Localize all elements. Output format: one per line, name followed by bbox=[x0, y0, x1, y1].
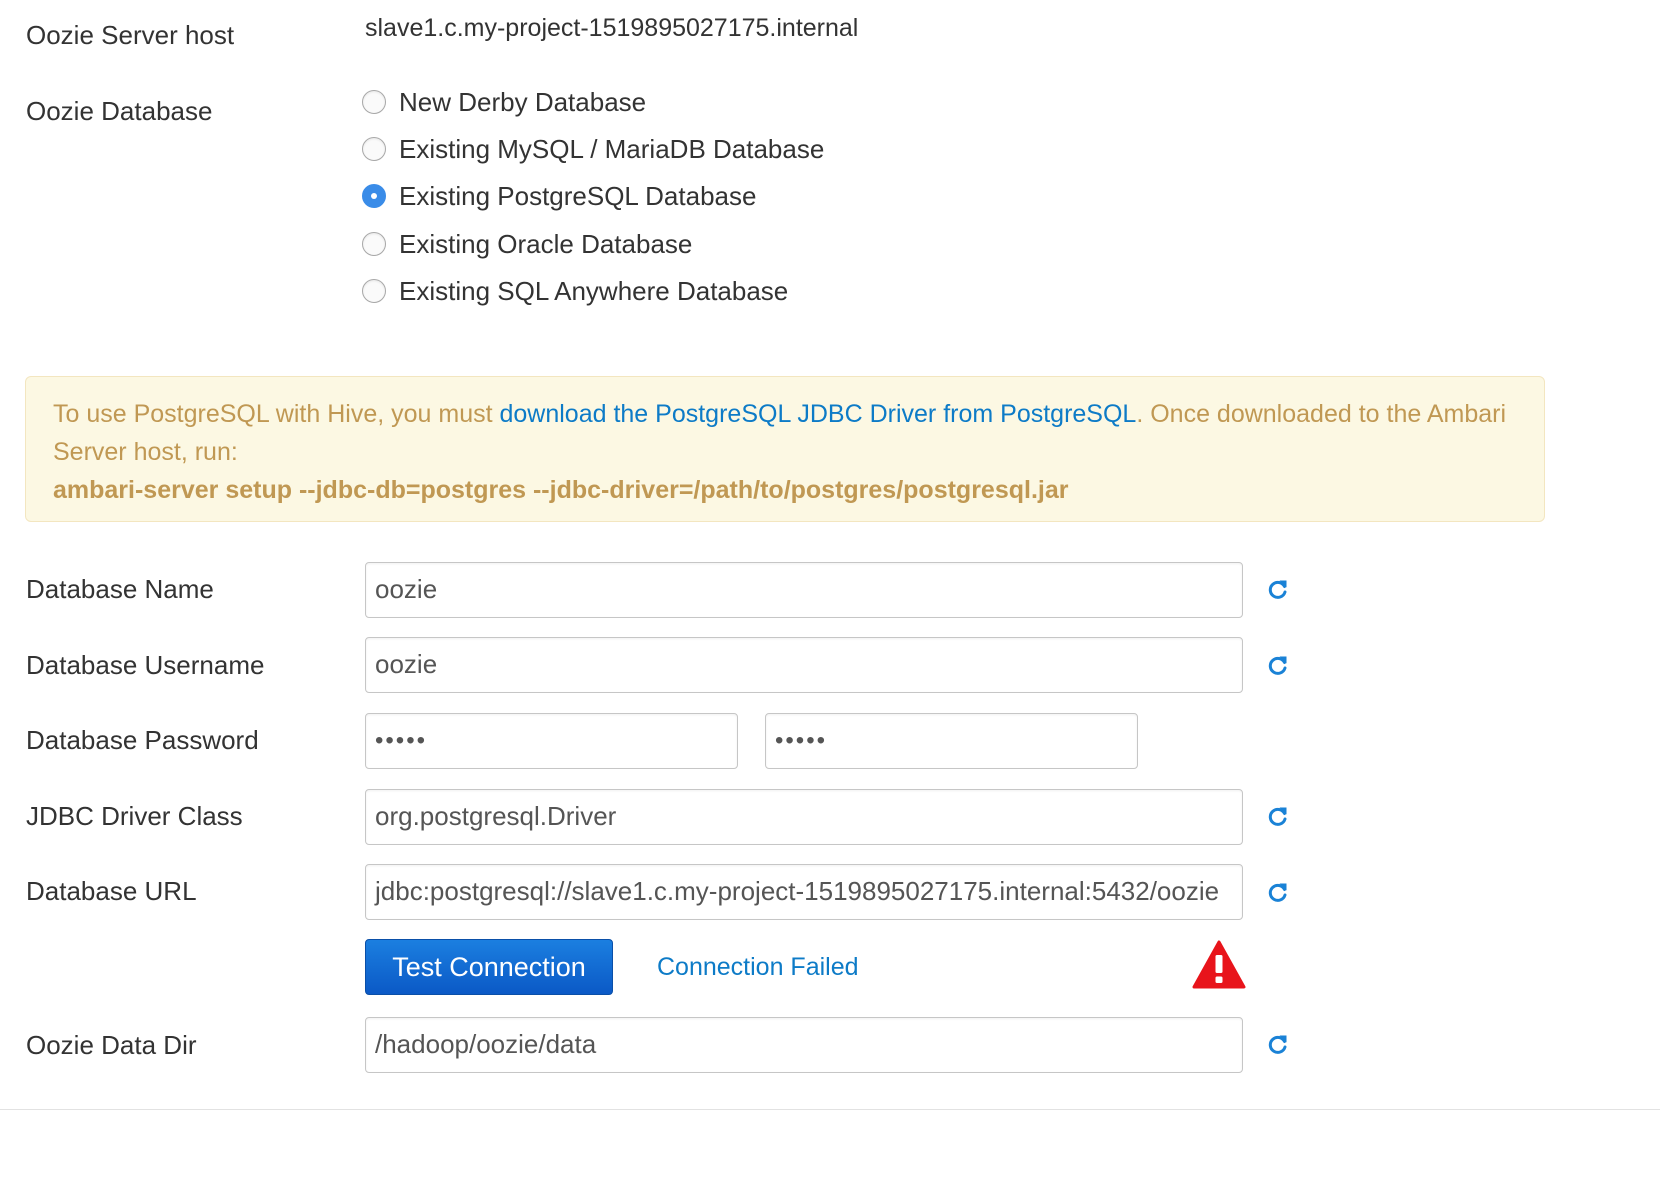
data-dir-label: Oozie Data Dir bbox=[26, 1030, 197, 1060]
alert-text-before: To use PostgreSQL with Hive, you must bbox=[53, 400, 500, 428]
radio-label: Existing SQL Anywhere Database bbox=[399, 275, 789, 306]
db-password-confirm-input[interactable]: ••••• bbox=[765, 713, 1138, 769]
refresh-icon[interactable] bbox=[1266, 577, 1290, 601]
radio-label: Existing PostgreSQL Database bbox=[399, 180, 757, 211]
data-dir-input[interactable]: /hadoop/oozie/data bbox=[365, 1017, 1243, 1073]
jdbc-driver-class-input[interactable]: org.postgresql.Driver bbox=[365, 789, 1243, 845]
radio-option-new-derby[interactable]: New Derby Database bbox=[362, 84, 646, 120]
section-divider bbox=[0, 1109, 1660, 1110]
db-username-input[interactable]: oozie bbox=[365, 637, 1243, 693]
test-connection-button[interactable]: Test Connection bbox=[365, 939, 613, 995]
radio-option-sql-anywhere[interactable]: Existing SQL Anywhere Database bbox=[362, 273, 788, 309]
refresh-icon[interactable] bbox=[1266, 653, 1290, 677]
warning-triangle-icon bbox=[1192, 940, 1246, 989]
alert-command: ambari-server setup --jdbc-db=postgres -… bbox=[53, 476, 1069, 504]
radio-button[interactable] bbox=[362, 90, 386, 114]
db-url-label: Database URL bbox=[26, 876, 197, 906]
jdbc-driver-download-link[interactable]: download the PostgreSQL JDBC Driver from… bbox=[499, 400, 1136, 428]
refresh-icon[interactable] bbox=[1266, 804, 1290, 828]
db-name-input[interactable]: oozie bbox=[365, 562, 1243, 618]
db-url-input[interactable]: jdbc:postgresql://slave1.c.my-project-15… bbox=[365, 864, 1243, 920]
db-password-label: Database Password bbox=[26, 725, 259, 755]
radio-button[interactable] bbox=[362, 137, 386, 161]
radio-button[interactable] bbox=[362, 279, 386, 303]
db-name-label: Database Name bbox=[26, 574, 214, 604]
server-host-value: slave1.c.my-project-1519895027175.intern… bbox=[365, 14, 859, 42]
db-username-label: Database Username bbox=[26, 650, 265, 680]
refresh-icon[interactable] bbox=[1266, 880, 1290, 904]
server-host-label: Oozie Server host bbox=[26, 20, 235, 50]
radio-label: Existing MySQL / MariaDB Database bbox=[399, 133, 825, 164]
radio-option-mysql[interactable]: Existing MySQL / MariaDB Database bbox=[362, 131, 824, 167]
db-password-input[interactable]: ••••• bbox=[365, 713, 738, 769]
radio-label: New Derby Database bbox=[399, 86, 647, 117]
jdbc-driver-class-label: JDBC Driver Class bbox=[26, 801, 243, 831]
radio-button[interactable] bbox=[362, 232, 386, 256]
database-label: Oozie Database bbox=[26, 96, 213, 126]
refresh-icon[interactable] bbox=[1266, 1032, 1290, 1056]
radio-option-postgresql[interactable]: Existing PostgreSQL Database bbox=[362, 178, 756, 214]
connection-status-link[interactable]: Connection Failed bbox=[657, 953, 859, 982]
radio-button-selected[interactable] bbox=[362, 184, 386, 208]
radio-label: Existing Oracle Database bbox=[399, 228, 693, 259]
jdbc-driver-alert: To use PostgreSQL with Hive, you must do… bbox=[25, 376, 1545, 522]
radio-option-oracle[interactable]: Existing Oracle Database bbox=[362, 226, 692, 262]
